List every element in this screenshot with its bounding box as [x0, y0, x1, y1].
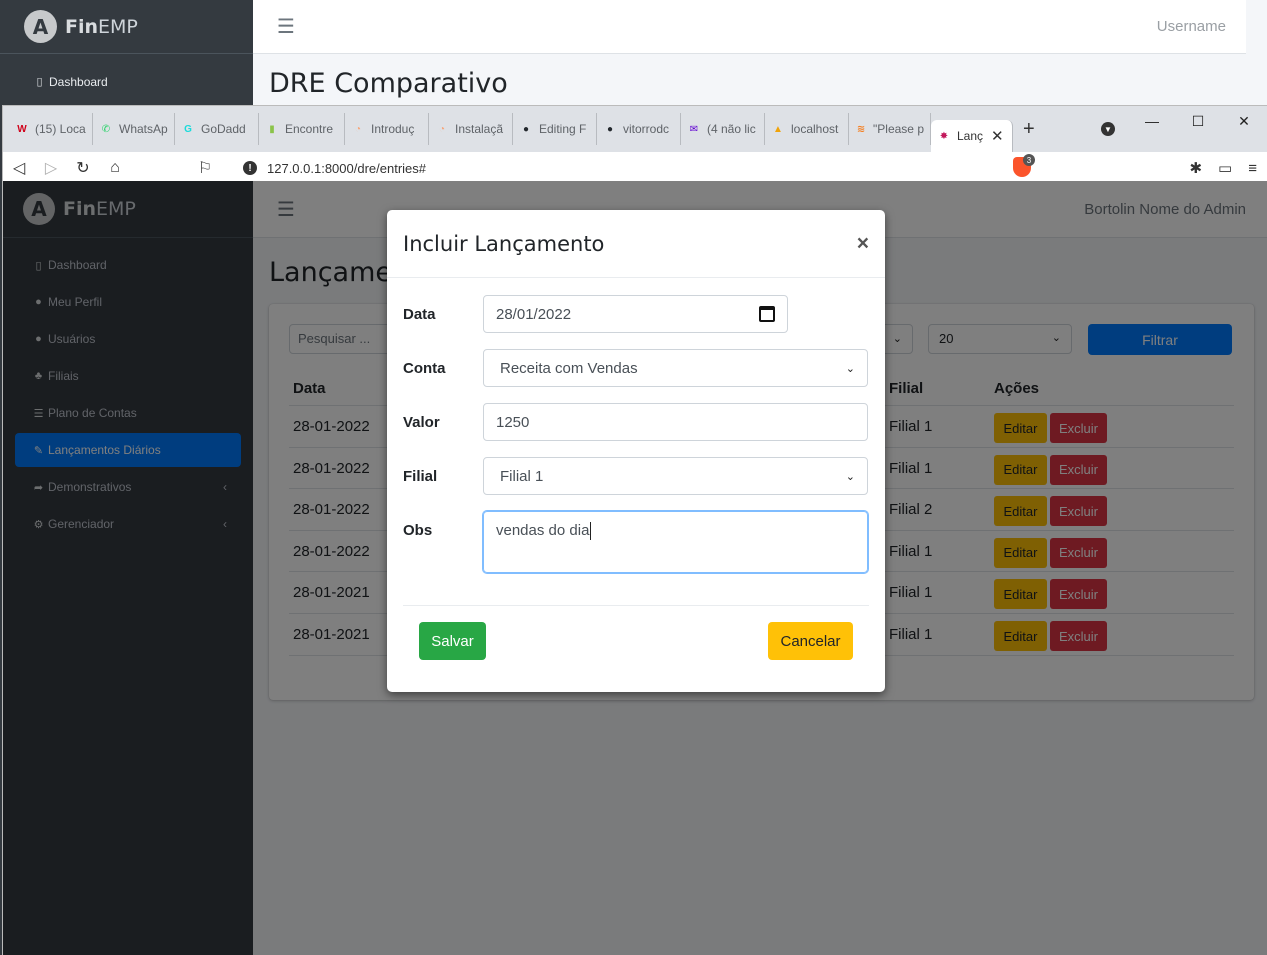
address-bar: ◁ ▷ ↻ ⌂ ⚐ ! 127.0.0.1:8000/dre/entries# … [3, 152, 1267, 184]
tab-favicon-icon: ✆ [101, 123, 111, 135]
reload-icon[interactable]: ↻ [67, 158, 99, 178]
background-page-title: DRE Comparativo [269, 68, 508, 99]
tab-favicon-icon: G [184, 123, 192, 135]
data-label: Data [403, 306, 436, 323]
tab-label: WhatsAp [119, 122, 168, 136]
tab-favicon-icon: ≋ [856, 123, 866, 135]
tab-label: Instalaçã [455, 122, 504, 136]
brave-badge: 3 [1023, 154, 1035, 166]
branch-select[interactable]: Filial 1 ⌄ [483, 457, 868, 495]
date-field[interactable]: 28/01/2022 [483, 295, 788, 333]
browser-tab[interactable]: ▮ Encontre [259, 113, 345, 145]
browser-tab[interactable]: ● vitorrodc [597, 113, 681, 145]
save-button[interactable]: Salvar [419, 622, 486, 660]
brand-rest: EMP [98, 15, 138, 38]
date-value: 28/01/2022 [496, 305, 572, 323]
tab-label: (4 não lic [707, 122, 756, 136]
wallet-icon[interactable]: ▭ [1218, 159, 1232, 177]
browser-tab[interactable]: ▲ localhost [765, 113, 849, 145]
valor-label: Valor [403, 414, 440, 431]
brand-logo-icon: A [24, 10, 57, 43]
tab-favicon-icon: ✸ [939, 130, 949, 142]
text-caret [590, 522, 592, 541]
tab-favicon-icon: ▲ [773, 123, 783, 135]
conta-label: Conta [403, 360, 446, 377]
minimize-icon[interactable]: — [1129, 106, 1175, 136]
site-info-icon[interactable]: ! [243, 161, 257, 175]
tab-close-icon[interactable]: ✕ [991, 127, 1004, 145]
new-tab-icon[interactable]: + [1023, 118, 1035, 141]
browser-tab[interactable]: G GoDadd [175, 113, 259, 145]
tab-search-icon[interactable]: ▼ [1101, 122, 1115, 136]
tab-favicon-icon: ● [606, 123, 614, 135]
tab-label: localhost [791, 122, 839, 136]
chevron-down-icon: ⌄ [845, 470, 855, 483]
home-icon[interactable]: ⌂ [99, 159, 131, 177]
tab-label: GoDadd [201, 122, 246, 136]
background-brand: A FinEMP [0, 0, 253, 54]
close-icon[interactable]: × [857, 232, 869, 256]
browser-tab[interactable]: W (15) Loca [9, 113, 93, 145]
tab-strip: W (15) Loca ✆ WhatsAp G GoDadd ▮ Encontre ◔ Intro… [3, 106, 1267, 152]
close-window-icon[interactable]: ✕ [1221, 106, 1267, 136]
tab-favicon-icon: W [17, 123, 27, 135]
account-select[interactable]: Receita com Vendas ⌄ [483, 349, 868, 387]
cancel-button[interactable]: Cancelar [768, 622, 853, 660]
tab-favicon-icon: ◔ [354, 123, 362, 135]
background-username[interactable]: Username [1157, 18, 1226, 35]
tab-label: Lanç [957, 129, 984, 143]
menu-icon[interactable]: ☰ [277, 14, 295, 39]
bookmark-icon[interactable]: ⚐ [189, 158, 221, 178]
tab-label: vitorrodc [623, 122, 670, 136]
notes-textarea[interactable]: vendas do dia [483, 511, 868, 573]
extensions-icon[interactable]: ✱ [1189, 159, 1202, 177]
tab-favicon-icon: ● [522, 123, 530, 135]
tab-favicon-icon: ◔ [438, 123, 446, 135]
maximize-icon[interactable]: ☐ [1175, 106, 1221, 136]
background-topbar: ☰ Username [253, 0, 1246, 54]
browser-tab[interactable]: ◔ Instalaçã [429, 113, 513, 145]
forward-icon[interactable]: ▷ [35, 158, 67, 178]
browser-tab[interactable]: ◔ Introduç [345, 113, 429, 145]
browser-tab[interactable]: ≋ "Please p [849, 113, 931, 145]
back-icon[interactable]: ◁ [3, 158, 35, 178]
chevron-down-icon: ⌄ [845, 362, 855, 375]
tab-label: Encontre [285, 122, 334, 136]
tab-favicon-icon: ▮ [269, 123, 275, 135]
account-value: Receita com Vendas [500, 359, 638, 377]
filial-label: Filial [403, 468, 438, 485]
tab-label: (15) Loca [35, 122, 86, 136]
branch-value: Filial 1 [500, 467, 544, 485]
browser-tab-active[interactable]: ✸ Lanç ✕ [931, 120, 1013, 152]
modal-title: Incluir Lançamento [403, 231, 605, 256]
background-nav-label: Dashboard [49, 74, 108, 89]
url-text: 127.0.0.1:8000/dre/entries# [267, 160, 427, 176]
calendar-icon[interactable] [759, 306, 775, 322]
page-viewport: A FinEMP ▯Dashboard●Meu Perfil●Usuários♣… [3, 181, 1267, 955]
browser-window: W (15) Loca ✆ WhatsAp G GoDadd ▮ Encontre ◔ Intro… [2, 105, 1267, 955]
tab-label: "Please p [873, 122, 924, 136]
file-icon: ▯ [36, 76, 43, 88]
amount-field[interactable]: 1250 [483, 403, 868, 441]
include-entry-modal: Incluir Lançamento × Data 28/01/2022 Con… [387, 210, 885, 692]
tab-label: Editing F [539, 122, 587, 136]
url-field[interactable]: ! 127.0.0.1:8000/dre/entries# [235, 155, 1039, 181]
browser-tab[interactable]: ● Editing F [513, 113, 597, 145]
browser-tab[interactable]: ✆ WhatsAp [93, 113, 175, 145]
amount-value: 1250 [496, 413, 530, 431]
browser-tab[interactable]: ✉ (4 não lic [681, 113, 765, 145]
modal-footer-divider [403, 605, 869, 606]
obs-label: Obs [403, 522, 433, 539]
tab-label: Introduç [371, 122, 415, 136]
tab-favicon-icon: ✉ [689, 123, 699, 135]
notes-value: vendas do dia [496, 522, 590, 539]
brand-bold: Fin [65, 15, 99, 38]
browser-menu-icon[interactable]: ≡ [1248, 160, 1257, 177]
background-nav-dashboard[interactable]: ▯ Dashboard [0, 63, 253, 100]
window-controls: — ☐ ✕ [1129, 106, 1267, 138]
toolbar-right: ✱ ▭ ≡ [1189, 152, 1257, 184]
modal-header: Incluir Lançamento × [387, 210, 885, 278]
